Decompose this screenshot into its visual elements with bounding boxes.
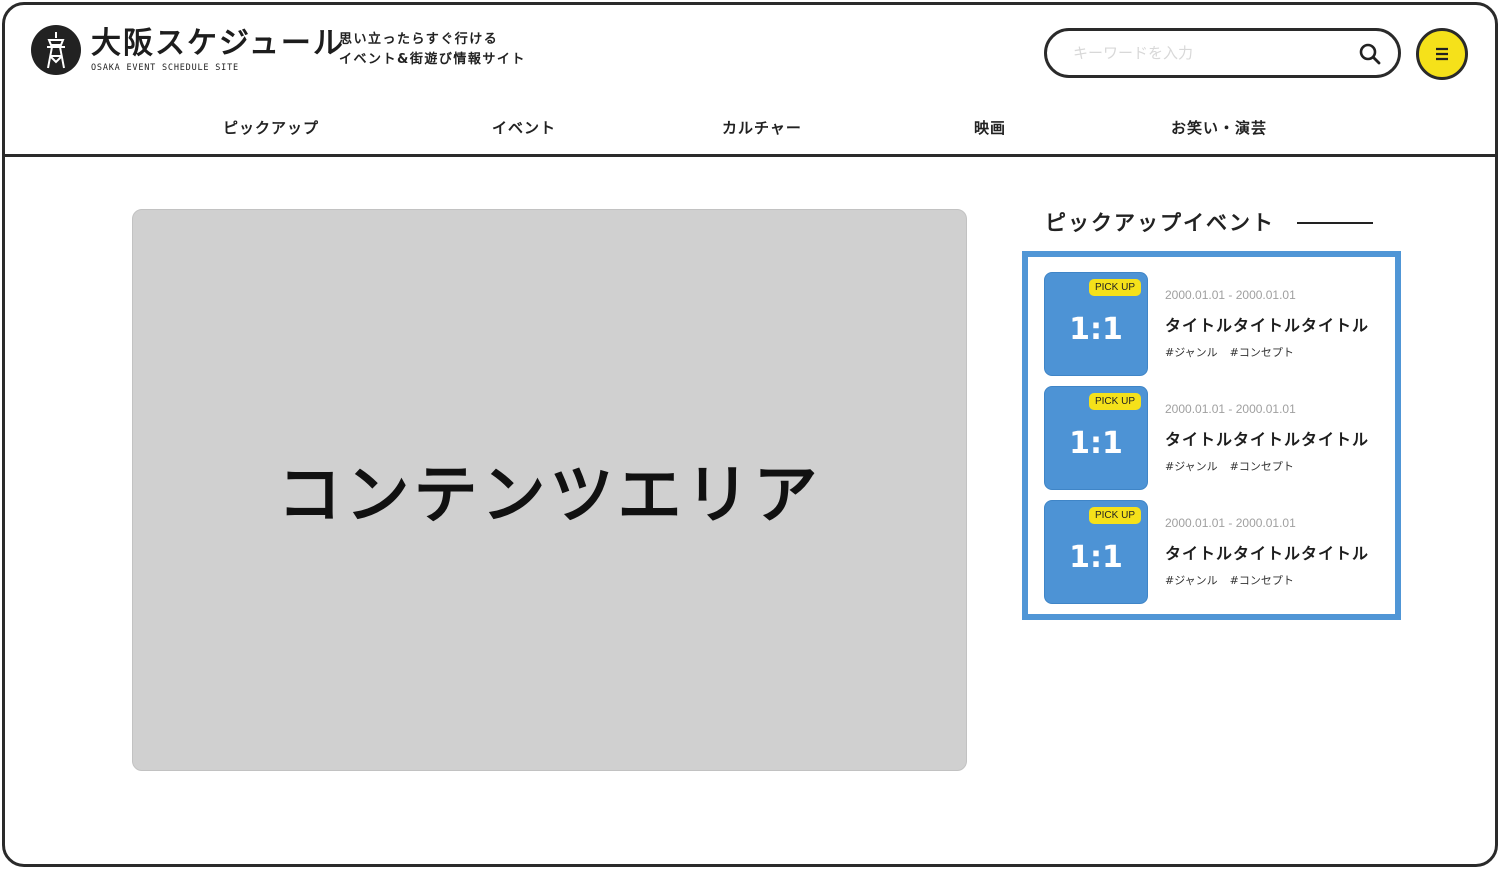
event-date: 2000.01.01 - 2000.01.01 — [1165, 402, 1296, 416]
event-thumbnail[interactable]: PICK UP 1:1 — [1044, 500, 1148, 604]
thumbnail-ratio: 1:1 — [1069, 539, 1123, 575]
search-input[interactable] — [1073, 44, 1353, 62]
search-box — [1044, 28, 1401, 78]
nav-item-culture[interactable]: カルチャー — [722, 117, 802, 138]
main-nav: ピックアップ イベント カルチャー 映画 お笑い・演芸 — [5, 117, 1495, 145]
thumbnail-ratio: 1:1 — [1069, 425, 1123, 461]
tagline-line-1: 思い立ったらすぐ行ける — [339, 32, 499, 47]
site-logo[interactable]: 大阪スケジュール OSAKA EVENT SCHEDULE SITE — [31, 25, 345, 75]
event-date: 2000.01.01 - 2000.01.01 — [1165, 516, 1296, 530]
pickup-event-list: PICK UP 1:1 2000.01.01 - 2000.01.01 タイトル… — [1022, 251, 1401, 620]
tag-concept[interactable]: #コンセプト — [1230, 572, 1294, 588]
logo-subtitle: OSAKA EVENT SCHEDULE SITE — [91, 63, 239, 73]
hamburger-menu-icon — [1436, 47, 1448, 61]
thumbnail-ratio: 1:1 — [1069, 311, 1123, 347]
menu-button[interactable] — [1416, 28, 1468, 80]
event-tags: #ジャンル #コンセプト — [1165, 458, 1294, 474]
tag-genre[interactable]: #ジャンル — [1165, 572, 1218, 588]
event-title[interactable]: タイトルタイトルタイトル — [1165, 426, 1369, 450]
event-thumbnail[interactable]: PICK UP 1:1 — [1044, 386, 1148, 490]
event-tags: #ジャンル #コンセプト — [1165, 572, 1294, 588]
sidebar-heading-text: ピックアップイベント — [1045, 211, 1275, 235]
nav-item-pickup[interactable]: ピックアップ — [223, 117, 319, 138]
pickup-badge: PICK UP — [1088, 393, 1141, 410]
nav-item-comedy[interactable]: お笑い・演芸 — [1171, 117, 1267, 138]
pickup-badge: PICK UP — [1088, 279, 1141, 296]
tag-genre[interactable]: #ジャンル — [1165, 344, 1218, 360]
tag-genre[interactable]: #ジャンル — [1165, 458, 1218, 474]
pickup-badge: PICK UP — [1088, 507, 1141, 524]
heading-divider — [1297, 222, 1373, 224]
content-area-label: コンテンツエリア — [277, 459, 822, 533]
logo-title: 大阪スケジュール — [91, 26, 345, 61]
event-tags: #ジャンル #コンセプト — [1165, 344, 1294, 360]
nav-item-movie[interactable]: 映画 — [974, 117, 1006, 138]
event-thumbnail[interactable]: PICK UP 1:1 — [1044, 272, 1148, 376]
event-title[interactable]: タイトルタイトルタイトル — [1165, 540, 1369, 564]
tagline-line-2: イベント&街遊び情報サイト — [339, 52, 526, 67]
event-title[interactable]: タイトルタイトルタイトル — [1165, 312, 1369, 336]
tag-concept[interactable]: #コンセプト — [1230, 458, 1294, 474]
event-date: 2000.01.01 - 2000.01.01 — [1165, 288, 1296, 302]
site-tagline: 思い立ったらすぐ行ける イベント&街遊び情報サイト — [339, 30, 526, 70]
content-area: コンテンツエリア — [132, 209, 967, 771]
site-header: 大阪スケジュール OSAKA EVENT SCHEDULE SITE 思い立った… — [5, 5, 1495, 157]
sidebar-heading: ピックアップイベント — [1045, 207, 1375, 237]
tower-icon — [31, 25, 81, 75]
event-card[interactable]: PICK UP 1:1 2000.01.01 - 2000.01.01 タイトル… — [1044, 386, 1384, 490]
event-card[interactable]: PICK UP 1:1 2000.01.01 - 2000.01.01 タイトル… — [1044, 500, 1384, 604]
page-frame: 大阪スケジュール OSAKA EVENT SCHEDULE SITE 思い立った… — [2, 2, 1498, 867]
tag-concept[interactable]: #コンセプト — [1230, 344, 1294, 360]
event-card[interactable]: PICK UP 1:1 2000.01.01 - 2000.01.01 タイトル… — [1044, 272, 1384, 376]
search-icon[interactable] — [1358, 42, 1382, 66]
nav-item-event[interactable]: イベント — [492, 117, 556, 138]
